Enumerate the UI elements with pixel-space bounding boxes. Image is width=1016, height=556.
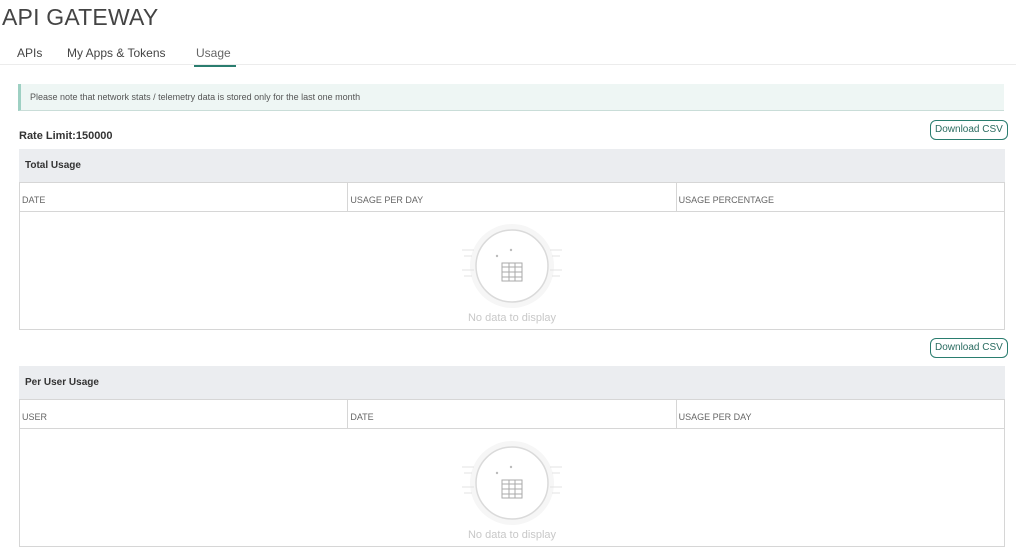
empty-state: No data to display [20, 429, 1004, 546]
per-user-usage-title: Per User Usage [19, 366, 1005, 399]
empty-table-icon [462, 224, 562, 308]
table-header-row: DATE USAGE PER DAY USAGE PERCENTAGE [20, 183, 1004, 212]
total-usage-table: DATE USAGE PER DAY USAGE PERCENTAGE No d… [19, 182, 1005, 330]
rate-limit-label: Rate Limit:150000 [19, 130, 113, 142]
column-header-user[interactable]: USER [20, 400, 349, 428]
column-header-usage-per-day[interactable]: USAGE PER DAY [677, 400, 1004, 428]
download-csv-total-button[interactable]: Download CSV [930, 120, 1008, 140]
retention-notice: Please note that network stats / telemet… [18, 84, 1004, 111]
column-header-usage-per-day[interactable]: USAGE PER DAY [348, 183, 677, 211]
total-usage-panel: Total Usage DATE USAGE PER DAY USAGE PER… [19, 149, 1005, 330]
empty-state: No data to display [20, 212, 1004, 329]
per-user-usage-table: USER DATE USAGE PER DAY No data to displ… [19, 399, 1005, 547]
total-usage-title: Total Usage [19, 149, 1005, 182]
column-header-date[interactable]: DATE [20, 183, 349, 211]
tab-apis[interactable]: APIs [17, 46, 42, 65]
empty-table-icon [462, 441, 562, 525]
table-header-row: USER DATE USAGE PER DAY [20, 400, 1004, 429]
column-header-usage-percentage[interactable]: USAGE PERCENTAGE [677, 183, 1004, 211]
empty-state-text: No data to display [467, 529, 557, 541]
page-title: API GATEWAY [2, 4, 159, 30]
tab-usage[interactable]: Usage [194, 46, 236, 67]
download-csv-per-user-button[interactable]: Download CSV [930, 338, 1008, 358]
empty-state-text: No data to display [467, 312, 557, 324]
per-user-usage-panel: Per User Usage USER DATE USAGE PER DAY N… [19, 366, 1005, 547]
tab-bar: APIs My Apps & Tokens Usage [0, 42, 1016, 67]
column-header-date[interactable]: DATE [348, 400, 677, 428]
tab-my-apps-tokens[interactable]: My Apps & Tokens [67, 46, 166, 65]
